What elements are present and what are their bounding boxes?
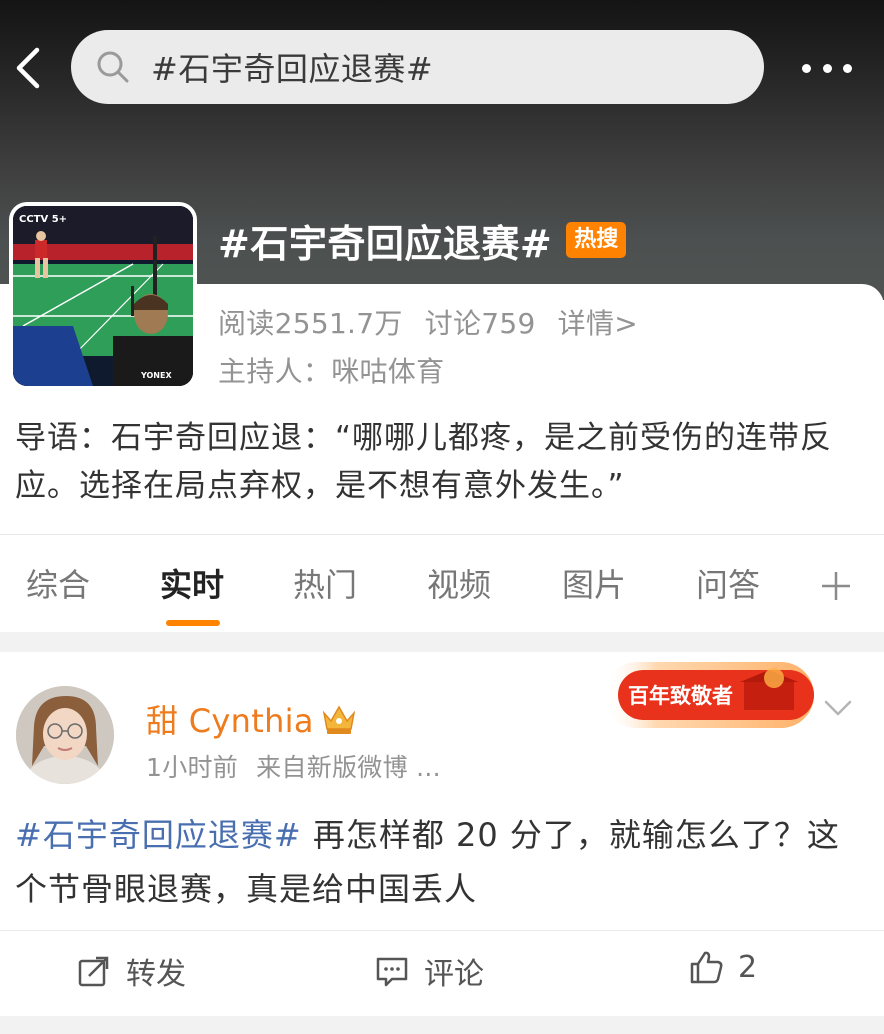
topic-thumbnail[interactable]: CCTV 5+ YONEX xyxy=(9,202,197,390)
read-count: 阅读2551.7万 xyxy=(218,307,403,340)
post-source: 来自新版微博 ... xyxy=(256,753,441,782)
tab-hot[interactable]: 热门 xyxy=(293,556,357,616)
plus-icon[interactable] xyxy=(818,568,854,604)
back-button[interactable] xyxy=(6,40,50,96)
tab-bar: 综合 实时 热门 视频 图片 问答 xyxy=(0,556,884,626)
tab-qa[interactable]: 问答 xyxy=(696,556,760,616)
badminton-court-image: CCTV 5+ YONEX xyxy=(13,206,193,386)
topic-intro: 导语：石宇奇回应退：“哪哪儿都疼，是之前受伤的连带反应。选择在局点弃权，是不想有… xyxy=(15,420,833,504)
topic-stats: 阅读2551.7万 讨论759 详情> xyxy=(218,302,638,342)
search-bar[interactable]: #石宇奇回应退赛# xyxy=(71,30,764,104)
tab-general[interactable]: 综合 xyxy=(26,556,90,616)
badge-text: 百年致敬者 xyxy=(628,684,733,708)
active-tab-indicator xyxy=(166,620,220,626)
centennial-badge[interactable]: 百年致敬者 xyxy=(594,656,816,734)
more-dot-icon xyxy=(822,63,832,73)
username[interactable]: 甜 Cynthia xyxy=(146,696,314,742)
chevron-down-icon[interactable] xyxy=(822,696,854,720)
like-count: 2 xyxy=(738,949,758,985)
tab-images[interactable]: 图片 xyxy=(562,556,626,616)
more-options-button[interactable] xyxy=(802,58,852,78)
section-separator xyxy=(0,632,884,652)
back-arrow-icon xyxy=(16,47,40,89)
repost-button[interactable]: 转发 xyxy=(76,949,186,993)
comment-label: 评论 xyxy=(424,957,484,992)
more-dot-icon xyxy=(802,63,811,73)
section-separator xyxy=(0,1016,884,1034)
crown-icon xyxy=(322,705,356,734)
topic-title-row: #石宇奇回应退赛# 热搜 xyxy=(218,212,627,268)
hot-search-badge: 热搜 xyxy=(566,222,627,258)
more-dot-icon xyxy=(843,63,852,73)
post-time: 1小时前 xyxy=(146,753,239,782)
topic-title: #石宇奇回应退赛# xyxy=(218,221,553,266)
thumbs-up-icon xyxy=(690,951,723,984)
repost-label: 转发 xyxy=(126,957,186,992)
share-icon xyxy=(78,956,109,987)
post-body: #石宇奇回应退赛# 再怎样都 20 分了，就输怎么了？这个节骨眼退赛，真是给中国… xyxy=(15,808,865,916)
post-actions: 转发 评论 2 xyxy=(0,930,884,1014)
details-link[interactable]: 详情> xyxy=(558,302,638,342)
comment-icon xyxy=(376,957,408,987)
divider xyxy=(0,534,884,535)
user-avatar-image xyxy=(16,686,114,784)
topic-host[interactable]: 主持人：咪咕体育 xyxy=(218,350,444,390)
tab-video[interactable]: 视频 xyxy=(427,556,491,616)
discussion-count: 讨论759 xyxy=(424,307,536,340)
username-row: 甜 Cynthia xyxy=(146,696,358,742)
search-query-text: #石宇奇回应退赛# xyxy=(151,50,434,88)
avatar[interactable] xyxy=(16,686,114,784)
like-button[interactable]: 2 xyxy=(688,949,757,985)
post-meta: 1小时前 来自新版微博 ... xyxy=(146,748,441,784)
comment-button[interactable]: 评论 xyxy=(374,949,484,993)
search-icon xyxy=(97,51,129,83)
tab-realtime[interactable]: 实时 xyxy=(160,556,224,616)
svg-text:YONEX: YONEX xyxy=(140,371,172,380)
topic-tag-link[interactable]: #石宇奇回应退赛# xyxy=(15,816,302,854)
svg-text:CCTV 5+: CCTV 5+ xyxy=(19,214,67,225)
